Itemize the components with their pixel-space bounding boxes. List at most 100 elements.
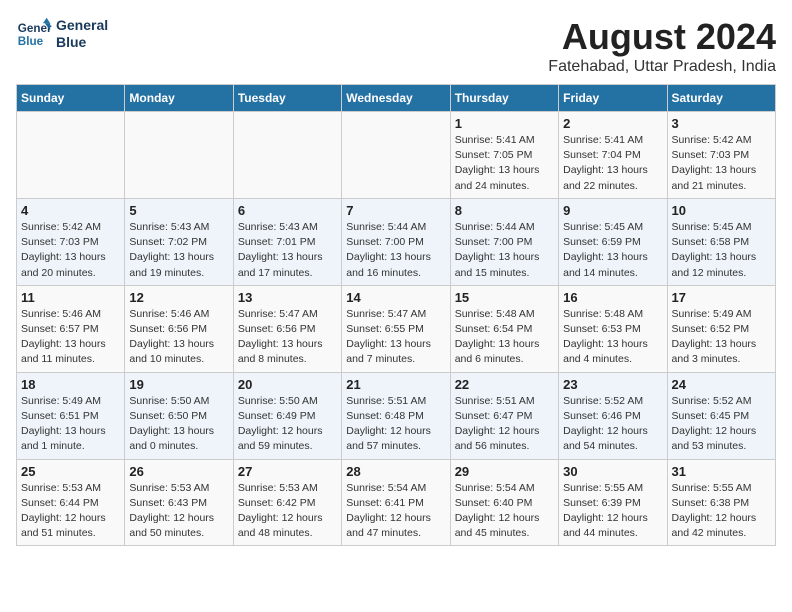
day-number: 27 <box>238 464 337 479</box>
calendar-cell: 20 Sunrise: 5:50 AM Sunset: 6:49 PM Dayli… <box>233 372 341 459</box>
weekday-saturday: Saturday <box>667 85 775 112</box>
day-info: Sunrise: 5:42 AM Sunset: 7:03 PM Dayligh… <box>21 220 120 281</box>
weekday-sunday: Sunday <box>17 85 125 112</box>
calendar-cell: 2Sunrise: 5:41 AM Sunset: 7:04 PM Daylig… <box>559 112 667 199</box>
day-info: Sunrise: 5:51 AM Sunset: 6:48 PM Dayligh… <box>346 394 445 455</box>
day-number: 6 <box>238 203 337 218</box>
calendar-cell: 10Sunrise: 5:45 AM Sunset: 6:58 PM Dayli… <box>667 198 775 285</box>
day-info: Sunrise: 5:46 AM Sunset: 6:56 PM Dayligh… <box>129 307 228 368</box>
weekday-friday: Friday <box>559 85 667 112</box>
weekday-wednesday: Wednesday <box>342 85 450 112</box>
weekday-monday: Monday <box>125 85 233 112</box>
weekday-tuesday: Tuesday <box>233 85 341 112</box>
day-number: 1 <box>455 116 554 131</box>
calendar-week-1: 1 Sunrise: 5:41 AM Sunset: 7:05 PM Daylig… <box>17 112 776 199</box>
calendar-cell <box>125 112 233 199</box>
day-info: Sunrise: 5:54 AM Sunset: 6:41 PM Dayligh… <box>346 481 445 542</box>
month-year: August 2024 <box>548 16 776 58</box>
calendar-body: 1 Sunrise: 5:41 AM Sunset: 7:05 PM Daylig… <box>17 112 776 546</box>
calendar-cell: 5 Sunrise: 5:43 AM Sunset: 7:02 PM Daylig… <box>125 198 233 285</box>
calendar-cell: 12 Sunrise: 5:46 AM Sunset: 6:56 PM Dayli… <box>125 285 233 372</box>
calendar-week-5: 25Sunrise: 5:53 AM Sunset: 6:44 PM Dayli… <box>17 459 776 546</box>
logo-icon: General Blue <box>16 16 52 52</box>
day-info: Sunrise: 5:45 AM Sunset: 6:58 PM Dayligh… <box>672 220 771 281</box>
calendar-cell: 22Sunrise: 5:51 AM Sunset: 6:47 PM Dayli… <box>450 372 558 459</box>
calendar-cell <box>342 112 450 199</box>
day-info: Sunrise: 5:54 AM Sunset: 6:40 PM Dayligh… <box>455 481 554 542</box>
calendar-week-2: 4 Sunrise: 5:42 AM Sunset: 7:03 PM Daylig… <box>17 198 776 285</box>
day-info: Sunrise: 5:43 AM Sunset: 7:02 PM Dayligh… <box>129 220 228 281</box>
page-header: General Blue General Blue August 2024 Fa… <box>16 16 776 76</box>
day-info: Sunrise: 5:51 AM Sunset: 6:47 PM Dayligh… <box>455 394 554 455</box>
day-number: 17 <box>672 290 771 305</box>
calendar-cell: 16Sunrise: 5:48 AM Sunset: 6:53 PM Dayli… <box>559 285 667 372</box>
calendar-cell: 3 Sunrise: 5:42 AM Sunset: 7:03 PM Daylig… <box>667 112 775 199</box>
day-number: 13 <box>238 290 337 305</box>
calendar-cell: 4 Sunrise: 5:42 AM Sunset: 7:03 PM Daylig… <box>17 198 125 285</box>
logo-text: General Blue <box>56 17 108 51</box>
calendar-cell: 31 Sunrise: 5:55 AM Sunset: 6:38 PM Dayli… <box>667 459 775 546</box>
day-info: Sunrise: 5:45 AM Sunset: 6:59 PM Dayligh… <box>563 220 662 281</box>
day-number: 19 <box>129 377 228 392</box>
weekday-header-row: SundayMondayTuesdayWednesdayThursdayFrid… <box>17 85 776 112</box>
location: Fatehabad, Uttar Pradesh, India <box>548 58 776 76</box>
calendar-cell: 25Sunrise: 5:53 AM Sunset: 6:44 PM Dayli… <box>17 459 125 546</box>
day-number: 23 <box>563 377 662 392</box>
day-number: 25 <box>21 464 120 479</box>
weekday-thursday: Thursday <box>450 85 558 112</box>
day-info: Sunrise: 5:47 AM Sunset: 6:56 PM Dayligh… <box>238 307 337 368</box>
logo: General Blue General Blue <box>16 16 108 52</box>
calendar-table: SundayMondayTuesdayWednesdayThursdayFrid… <box>16 84 776 546</box>
calendar-cell: 7Sunrise: 5:44 AM Sunset: 7:00 PM Daylig… <box>342 198 450 285</box>
day-info: Sunrise: 5:41 AM Sunset: 7:04 PM Dayligh… <box>563 133 662 194</box>
day-number: 8 <box>455 203 554 218</box>
day-info: Sunrise: 5:48 AM Sunset: 6:54 PM Dayligh… <box>455 307 554 368</box>
day-info: Sunrise: 5:50 AM Sunset: 6:49 PM Dayligh… <box>238 394 337 455</box>
day-info: Sunrise: 5:44 AM Sunset: 7:00 PM Dayligh… <box>455 220 554 281</box>
calendar-cell: 29 Sunrise: 5:54 AM Sunset: 6:40 PM Dayli… <box>450 459 558 546</box>
day-number: 12 <box>129 290 228 305</box>
calendar-cell: 19Sunrise: 5:50 AM Sunset: 6:50 PM Dayli… <box>125 372 233 459</box>
day-info: Sunrise: 5:49 AM Sunset: 6:52 PM Dayligh… <box>672 307 771 368</box>
day-info: Sunrise: 5:53 AM Sunset: 6:42 PM Dayligh… <box>238 481 337 542</box>
day-number: 9 <box>563 203 662 218</box>
calendar-cell <box>233 112 341 199</box>
day-number: 26 <box>129 464 228 479</box>
calendar-cell: 9 Sunrise: 5:45 AM Sunset: 6:59 PM Daylig… <box>559 198 667 285</box>
day-info: Sunrise: 5:49 AM Sunset: 6:51 PM Dayligh… <box>21 394 120 455</box>
calendar-cell: 14Sunrise: 5:47 AM Sunset: 6:55 PM Dayli… <box>342 285 450 372</box>
calendar-cell: 21Sunrise: 5:51 AM Sunset: 6:48 PM Dayli… <box>342 372 450 459</box>
calendar-cell: 13 Sunrise: 5:47 AM Sunset: 6:56 PM Dayli… <box>233 285 341 372</box>
calendar-week-4: 18 Sunrise: 5:49 AM Sunset: 6:51 PM Dayli… <box>17 372 776 459</box>
day-number: 18 <box>21 377 120 392</box>
calendar-cell: 15Sunrise: 5:48 AM Sunset: 6:54 PM Dayli… <box>450 285 558 372</box>
day-number: 30 <box>563 464 662 479</box>
day-number: 20 <box>238 377 337 392</box>
calendar-cell: 28 Sunrise: 5:54 AM Sunset: 6:41 PM Dayli… <box>342 459 450 546</box>
day-number: 28 <box>346 464 445 479</box>
day-info: Sunrise: 5:52 AM Sunset: 6:46 PM Dayligh… <box>563 394 662 455</box>
day-number: 5 <box>129 203 228 218</box>
day-info: Sunrise: 5:55 AM Sunset: 6:38 PM Dayligh… <box>672 481 771 542</box>
calendar-cell: 1 Sunrise: 5:41 AM Sunset: 7:05 PM Daylig… <box>450 112 558 199</box>
calendar-cell: 24Sunrise: 5:52 AM Sunset: 6:45 PM Dayli… <box>667 372 775 459</box>
calendar-cell: 23 Sunrise: 5:52 AM Sunset: 6:46 PM Dayli… <box>559 372 667 459</box>
day-info: Sunrise: 5:53 AM Sunset: 6:43 PM Dayligh… <box>129 481 228 542</box>
day-info: Sunrise: 5:41 AM Sunset: 7:05 PM Dayligh… <box>455 133 554 194</box>
day-info: Sunrise: 5:47 AM Sunset: 6:55 PM Dayligh… <box>346 307 445 368</box>
calendar-week-3: 11Sunrise: 5:46 AM Sunset: 6:57 PM Dayli… <box>17 285 776 372</box>
calendar-cell: 17 Sunrise: 5:49 AM Sunset: 6:52 PM Dayli… <box>667 285 775 372</box>
day-info: Sunrise: 5:43 AM Sunset: 7:01 PM Dayligh… <box>238 220 337 281</box>
day-info: Sunrise: 5:46 AM Sunset: 6:57 PM Dayligh… <box>21 307 120 368</box>
day-number: 4 <box>21 203 120 218</box>
day-number: 3 <box>672 116 771 131</box>
calendar-cell <box>17 112 125 199</box>
day-info: Sunrise: 5:48 AM Sunset: 6:53 PM Dayligh… <box>563 307 662 368</box>
calendar-header: SundayMondayTuesdayWednesdayThursdayFrid… <box>17 85 776 112</box>
calendar-cell: 27 Sunrise: 5:53 AM Sunset: 6:42 PM Dayli… <box>233 459 341 546</box>
svg-text:Blue: Blue <box>18 35 44 48</box>
day-number: 29 <box>455 464 554 479</box>
day-number: 31 <box>672 464 771 479</box>
day-info: Sunrise: 5:44 AM Sunset: 7:00 PM Dayligh… <box>346 220 445 281</box>
day-info: Sunrise: 5:42 AM Sunset: 7:03 PM Dayligh… <box>672 133 771 194</box>
